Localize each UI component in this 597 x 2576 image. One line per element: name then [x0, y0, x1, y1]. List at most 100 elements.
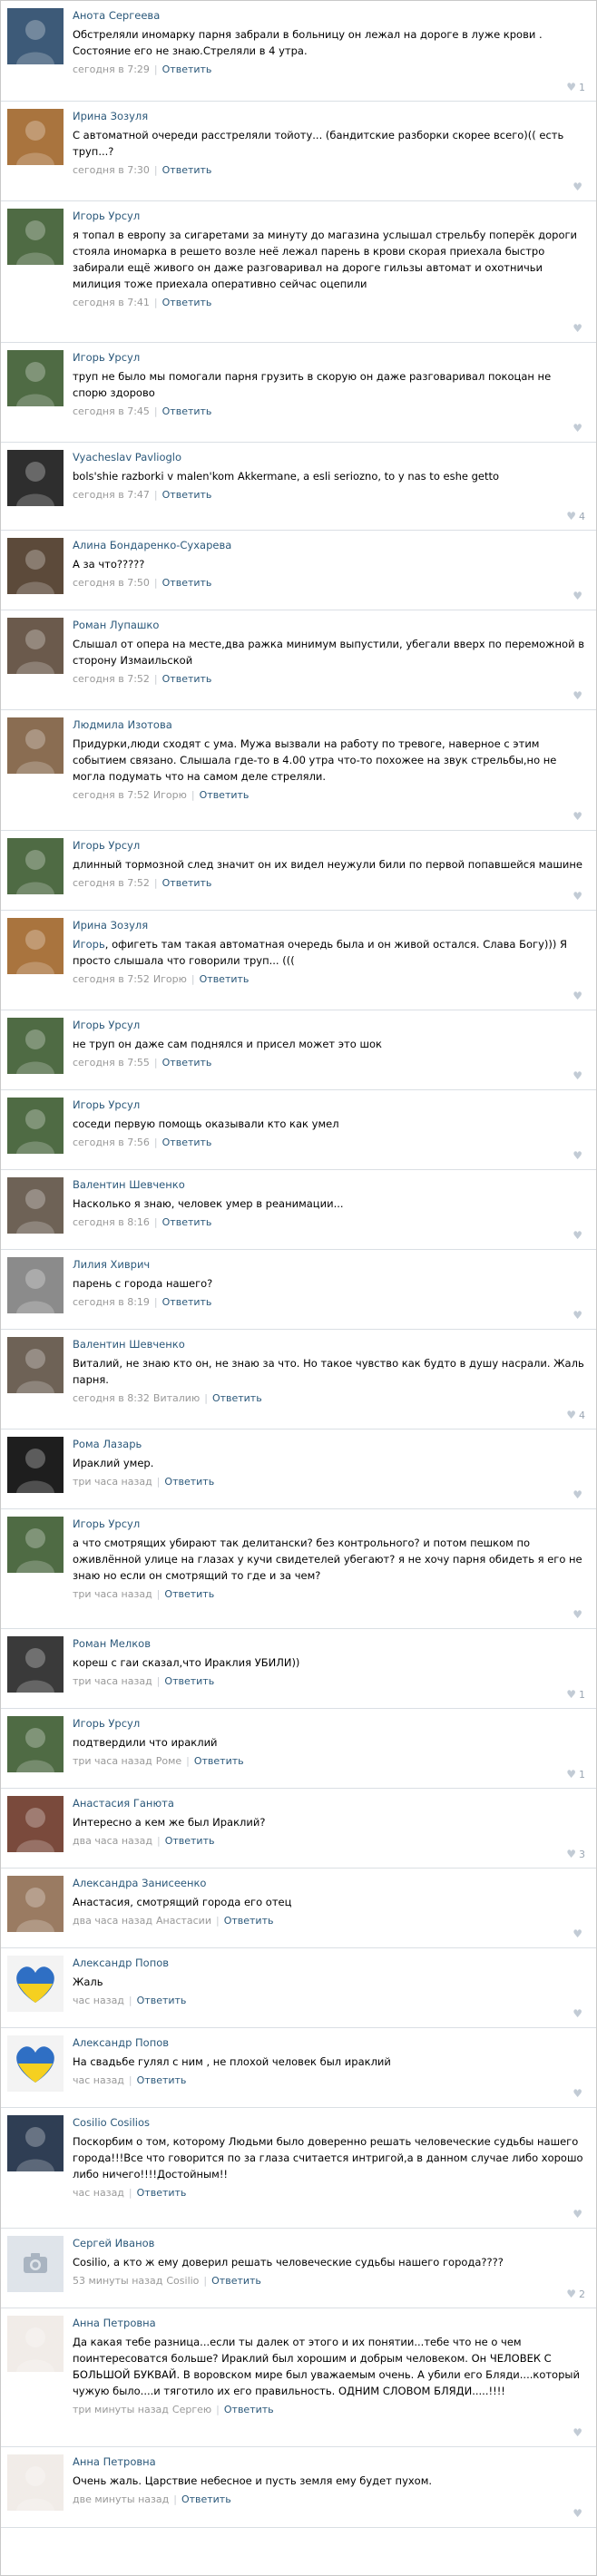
like-button[interactable]: ♥ — [573, 1229, 585, 1242]
reply-button[interactable]: Ответить — [181, 2493, 231, 2505]
like-button[interactable]: ♥ 3 — [566, 1848, 585, 1860]
reply-button[interactable]: Ответить — [162, 63, 212, 75]
reply-button[interactable]: Ответить — [162, 877, 212, 889]
avatar[interactable] — [7, 2115, 64, 2171]
like-button[interactable]: ♥ 1 — [566, 81, 585, 93]
like-button[interactable]: ♥ — [573, 322, 585, 335]
avatar[interactable] — [7, 1636, 64, 1693]
comment-time[interactable]: сегодня в 7:52 — [73, 877, 150, 889]
comment-time[interactable]: три часа назад — [73, 1675, 152, 1687]
comment-time[interactable]: сегодня в 7:52 — [73, 673, 150, 685]
like-button[interactable]: ♥ — [573, 2426, 585, 2439]
reply-button[interactable]: Ответить — [162, 405, 212, 417]
comment-time[interactable]: сегодня в 8:32 — [73, 1392, 150, 1404]
comment-author-link[interactable]: Ирина Зозуля — [73, 919, 148, 932]
comment-author-link[interactable]: Александр Попов — [73, 1956, 169, 1970]
comment-author-link[interactable]: Vyacheslav Pavlioglo — [73, 451, 181, 464]
reply-button[interactable]: Ответить — [200, 789, 250, 801]
reply-button[interactable]: Ответить — [162, 164, 212, 176]
like-button[interactable]: ♥ — [573, 2507, 585, 2520]
comment-author-link[interactable]: Валентин Шевченко — [73, 1338, 185, 1351]
like-button[interactable]: ♥ — [573, 1149, 585, 1162]
like-button[interactable]: ♥ — [573, 2208, 585, 2220]
reply-button[interactable]: Ответить — [165, 1835, 215, 1847]
like-button[interactable]: ♥ — [573, 2007, 585, 2020]
comment-time[interactable]: две минуты назад — [73, 2493, 169, 2505]
comment-time[interactable]: три часа назад — [73, 1476, 152, 1488]
avatar[interactable] — [7, 1876, 64, 1932]
reply-button[interactable]: Ответить — [211, 2275, 261, 2287]
reply-button[interactable]: Ответить — [137, 2187, 187, 2199]
reply-button[interactable]: Ответить — [162, 1296, 212, 1308]
avatar[interactable] — [7, 2236, 64, 2292]
reply-button[interactable]: Ответить — [164, 1588, 214, 1600]
avatar[interactable] — [7, 450, 64, 506]
avatar[interactable] — [7, 1716, 64, 1772]
reply-button[interactable]: Ответить — [162, 1216, 212, 1228]
comment-time[interactable]: сегодня в 7:52 — [73, 789, 150, 801]
avatar[interactable] — [7, 538, 64, 594]
like-button[interactable]: ♥ — [573, 1069, 585, 1082]
comment-author-link[interactable]: Сергей Иванов — [73, 2237, 154, 2250]
comment-time[interactable]: три часа назад — [73, 1755, 152, 1767]
comment-author-link[interactable]: Александр Попов — [73, 2036, 169, 2050]
comment-time[interactable]: сегодня в 7:52 — [73, 973, 150, 985]
comment-author-link[interactable]: Игорь Урсул — [73, 210, 140, 223]
avatar[interactable] — [7, 838, 64, 894]
like-button[interactable]: ♥ — [573, 689, 585, 702]
reply-button[interactable]: Ответить — [212, 1392, 262, 1404]
like-button[interactable]: ♥ — [573, 990, 585, 1002]
reply-button[interactable]: Ответить — [194, 1755, 244, 1767]
avatar[interactable] — [7, 8, 64, 64]
avatar[interactable] — [7, 2316, 64, 2372]
avatar[interactable] — [7, 618, 64, 674]
like-button[interactable]: ♥ 1 — [566, 1768, 585, 1781]
comment-time[interactable]: сегодня в 7:55 — [73, 1057, 150, 1068]
comment-author-link[interactable]: Рома Лазарь — [73, 1438, 142, 1451]
comment-time[interactable]: сегодня в 7:47 — [73, 489, 150, 501]
comment-time[interactable]: два часа назад — [73, 1835, 152, 1847]
like-button[interactable]: ♥ — [573, 810, 585, 823]
like-button[interactable]: ♥ — [573, 1309, 585, 1322]
comment-time[interactable]: сегодня в 8:16 — [73, 1216, 150, 1228]
comment-time[interactable]: сегодня в 7:50 — [73, 577, 150, 589]
like-button[interactable]: ♥ — [573, 890, 585, 903]
comment-time[interactable]: сегодня в 7:56 — [73, 1137, 150, 1148]
reply-button[interactable]: Ответить — [224, 1915, 274, 1927]
like-button[interactable]: ♥ — [573, 590, 585, 602]
comment-time[interactable]: час назад — [73, 2074, 124, 2086]
like-button[interactable]: ♥ — [573, 422, 585, 434]
avatar[interactable] — [7, 1796, 64, 1852]
reply-button[interactable]: Ответить — [200, 973, 250, 985]
avatar[interactable] — [7, 1337, 64, 1393]
comment-author-link[interactable]: Людмила Изотова — [73, 718, 172, 732]
comment-time[interactable]: два часа назад — [73, 1915, 152, 1927]
comment-author-link[interactable]: Cosilio Cosilios — [73, 2116, 150, 2130]
comment-author-link[interactable]: Игорь Урсул — [73, 1098, 140, 1112]
avatar[interactable] — [7, 350, 64, 406]
like-button[interactable]: ♥ 1 — [566, 1688, 585, 1701]
avatar[interactable] — [7, 2454, 64, 2511]
reply-button[interactable]: Ответить — [224, 2404, 274, 2415]
comment-author-link[interactable]: Анота Сергеева — [73, 9, 160, 23]
comment-author-link[interactable]: Анна Петровна — [73, 2455, 156, 2469]
comment-author-link[interactable]: Александра Занисеенко — [73, 1877, 206, 1890]
comment-author-link[interactable]: Роман Мелков — [73, 1637, 151, 1651]
avatar[interactable] — [7, 1177, 64, 1234]
comment-time[interactable]: три часа назад — [73, 1588, 152, 1600]
comment-author-link[interactable]: Лилия Хиврич — [73, 1258, 150, 1272]
comment-time[interactable]: 53 минуты назад — [73, 2275, 162, 2287]
comment-author-link[interactable]: Игорь Урсул — [73, 1517, 140, 1531]
comment-time[interactable]: сегодня в 7:30 — [73, 164, 150, 176]
mention-link[interactable]: Игорь — [73, 938, 105, 951]
reply-button[interactable]: Ответить — [162, 489, 212, 501]
comment-author-link[interactable]: Валентин Шевченко — [73, 1178, 185, 1192]
comment-time[interactable]: три минуты назад — [73, 2404, 169, 2415]
comment-author-link[interactable]: Игорь Урсул — [73, 1019, 140, 1032]
avatar[interactable] — [7, 2035, 64, 2092]
avatar[interactable] — [7, 717, 64, 774]
reply-button[interactable]: Ответить — [162, 577, 212, 589]
avatar[interactable] — [7, 1437, 64, 1493]
like-button[interactable]: ♥ 4 — [566, 1409, 585, 1421]
like-button[interactable]: ♥ 4 — [566, 510, 585, 522]
